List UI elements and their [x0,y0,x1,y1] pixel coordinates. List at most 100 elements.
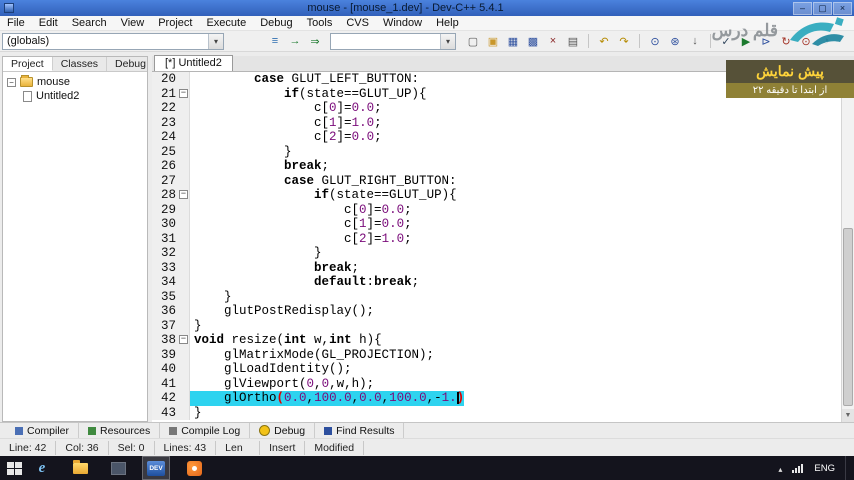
globals-combo-value: (globals) [7,35,50,47]
class-browser-icon[interactable]: ≡ [266,33,284,49]
code-line-28[interactable]: 28− if(state==GLUT_UP){ [152,188,854,203]
goto-definition-icon[interactable]: ⇒ [306,33,324,49]
find-results-icon [324,426,333,435]
code-text: glOrtho(0.0,100.0,0.0,100.0,-1.) [190,391,465,406]
report-tab-resources[interactable]: Resources [79,423,161,438]
line-number: 43 [152,405,190,420]
minimize-button[interactable]: – [793,1,812,15]
menu-edit[interactable]: Edit [32,17,65,29]
line-number: 33 [152,260,190,275]
editor-vscrollbar[interactable]: ▲ ▼ [841,72,854,422]
save-icon[interactable]: ▦ [504,33,522,49]
resources-icon [88,426,97,435]
left-tab-project[interactable]: Project [3,57,53,71]
line-number: 31 [152,231,190,246]
new-file-icon[interactable]: ▢ [464,33,482,49]
menu-project[interactable]: Project [151,17,199,29]
fold-toggle-icon[interactable]: − [179,88,188,98]
menu-window[interactable]: Window [376,17,429,29]
taskbar-explorer-button[interactable] [66,456,94,480]
code-line-40[interactable]: 40 glLoadIdentity(); [152,362,854,377]
code-text: c[1]=1.0; [194,115,382,130]
left-tab-debug[interactable]: Debug [107,57,155,71]
tree-item-untitled2[interactable]: Untitled2 [3,89,147,103]
code-line-42[interactable]: 42 glOrtho(0.0,100.0,0.0,100.0,-1.) [152,391,854,406]
code-line-35[interactable]: 35 } [152,289,854,304]
menu-view[interactable]: View [114,17,152,29]
report-tab-label: Debug [274,424,306,437]
language-indicator[interactable]: ENG [814,463,835,474]
tree-expander-icon[interactable]: − [7,77,16,87]
save-all-icon[interactable]: ▩ [524,33,542,49]
code-line-25[interactable]: 25 } [152,144,854,159]
members-combo[interactable] [330,32,456,50]
code-line-37[interactable]: 37} [152,318,854,333]
redo-icon[interactable]: ↷ [615,33,633,49]
report-tab-find-results[interactable]: Find Results [315,423,405,438]
editor-tab-untitled2[interactable]: [*] Untitled2 [154,55,233,71]
report-tab-compiler[interactable]: Compiler [6,423,80,438]
code-line-23[interactable]: 23 c[1]=1.0; [152,115,854,130]
line-number: 21− [152,86,190,101]
code-line-26[interactable]: 26 break; [152,159,854,174]
code-text: default:break; [314,275,420,289]
code-line-39[interactable]: 39 glMatrixMode(GL_PROJECTION); [152,347,854,362]
goto-line-icon[interactable]: ↓ [686,33,704,49]
menu-tools[interactable]: Tools [300,17,340,29]
combo-dropdown-icon[interactable] [440,33,455,49]
print-icon[interactable]: ▤ [564,33,582,49]
close-file-icon[interactable]: × [544,33,562,49]
scroll-down-icon[interactable]: ▼ [842,409,854,422]
code-line-30[interactable]: 30 c[1]=0.0; [152,217,854,232]
report-tab-compile-log[interactable]: Compile Log [160,423,251,438]
network-icon[interactable] [792,463,804,473]
code-line-22[interactable]: 22 c[0]=0.0; [152,101,854,116]
combo-dropdown-icon[interactable] [208,33,223,49]
tree-item-mouse[interactable]: − mouse [3,75,147,89]
menu-search[interactable]: Search [65,17,114,29]
report-tab-debug[interactable]: Debug [250,423,316,438]
taskbar-ie-button[interactable]: e [28,456,56,480]
code-line-34[interactable]: 34 default:break; [152,275,854,290]
maximize-button[interactable]: ▢ [813,1,832,15]
compiler-icon [15,426,23,435]
open-icon[interactable]: ▣ [484,33,502,49]
find-icon[interactable]: ⊙ [646,33,664,49]
scrollbar-thumb[interactable] [843,228,853,406]
code-line-31[interactable]: 31 c[2]=1.0; [152,231,854,246]
menu-file[interactable]: File [0,17,32,29]
taskbar-devcpp-button[interactable]: DEV [142,456,170,480]
fold-toggle-icon[interactable]: − [179,190,188,199]
hidden-icons-chevron[interactable] [778,459,782,477]
status-segment-1: Col: 36 [56,440,109,455]
globals-combo[interactable]: (globals) [2,32,224,50]
start-button[interactable] [0,456,28,480]
code-line-43[interactable]: 43} [152,405,854,420]
code-line-36[interactable]: 36 glutPostRedisplay(); [152,304,854,319]
code-line-27[interactable]: 27 case GLUT_RIGHT_BUTTON: [152,173,854,188]
taskbar-app-button[interactable] [104,456,132,480]
fold-toggle-icon[interactable]: − [179,335,188,344]
replace-icon[interactable]: ⊛ [666,33,684,49]
code-editor[interactable]: 20 case GLUT_LEFT_BUTTON: 21− if(state==G… [152,72,854,422]
code-line-32[interactable]: 32 } [152,246,854,261]
code-line-33[interactable]: 33 break; [152,260,854,275]
show-desktop-button[interactable] [845,456,850,480]
menu-help[interactable]: Help [429,17,466,29]
desktop: mouse - [mouse_1.dev] - Dev-C++ 5.4.1 – … [0,0,854,480]
code-line-38[interactable]: 38− void resize(int w,int h){ [152,333,854,348]
code-line-29[interactable]: 29 c[0]=0.0; [152,202,854,217]
menu-debug[interactable]: Debug [253,17,299,29]
menu-cvs[interactable]: CVS [339,17,376,29]
undo-icon[interactable]: ↶ [595,33,613,49]
line-number: 23 [152,115,190,130]
menu-execute[interactable]: Execute [199,17,253,29]
left-tab-classes[interactable]: Classes [53,57,108,71]
goto-declaration-icon[interactable]: → [286,33,304,49]
line-number: 40 [152,362,190,377]
code-text: } [194,405,202,420]
code-line-41[interactable]: 41 glViewport(0,0,w,h); [152,376,854,391]
close-button[interactable]: × [833,1,852,15]
code-line-24[interactable]: 24 c[2]=0.0; [152,130,854,145]
taskbar-orange-app-button[interactable] [180,456,208,480]
